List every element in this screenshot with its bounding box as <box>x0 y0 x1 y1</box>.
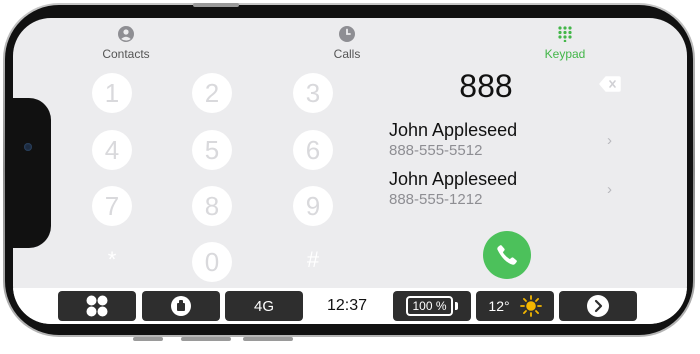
contact-result[interactable]: John Appleseed 888-555-1212 › <box>389 169 629 215</box>
key-9[interactable]: 9 <box>293 186 333 226</box>
battery-percent: 100 % <box>412 299 447 313</box>
battery-nub <box>454 302 458 310</box>
key-2[interactable]: 2 <box>192 73 232 113</box>
forward-button[interactable] <box>559 291 637 321</box>
key-hash[interactable]: # <box>293 240 333 280</box>
carplay-dock: 4G 12:37 100 % 12° <box>13 288 687 324</box>
phone-frame: Contacts Calls Keypad 1 2 3 4 5 6 7 8 9 … <box>3 3 695 341</box>
contact-name: John Appleseed <box>389 169 518 189</box>
clock: 12:37 <box>326 297 368 314</box>
key-3[interactable]: 3 <box>293 73 333 113</box>
weather-indicator: 12° <box>476 291 554 321</box>
tab-label: Calls <box>333 47 361 61</box>
contact-name: John Appleseed <box>389 120 518 140</box>
notch <box>13 98 51 248</box>
dashboard-button[interactable] <box>58 291 136 321</box>
app-button[interactable] <box>142 291 220 321</box>
battery-icon: 100 % <box>406 296 453 316</box>
forward-icon <box>587 295 609 317</box>
network-indicator: 4G <box>225 291 303 321</box>
app-icon <box>171 296 191 316</box>
dashboard-icon <box>86 295 108 317</box>
volume-button <box>181 337 231 341</box>
front-camera <box>24 143 32 151</box>
sun-icon <box>519 295 542 317</box>
chevron-right-icon: › <box>607 132 612 149</box>
keypad-grid-icon <box>558 26 572 42</box>
dialed-number: 888 <box>459 68 513 104</box>
carplay-screen: Contacts Calls Keypad 1 2 3 4 5 6 7 8 9 … <box>13 18 687 324</box>
backspace-icon[interactable] <box>599 76 621 92</box>
clock-icon <box>339 26 355 42</box>
contact-phone: 888-555-1212 <box>389 191 483 208</box>
contact-result[interactable]: John Appleseed 888-555-5512 › <box>389 120 629 166</box>
network-label: 4G <box>253 297 274 315</box>
temperature: 12° <box>488 298 510 314</box>
key-4[interactable]: 4 <box>92 130 132 170</box>
key-6[interactable]: 6 <box>293 130 333 170</box>
volume-button <box>243 337 293 341</box>
key-7[interactable]: 7 <box>92 186 132 226</box>
contact-phone: 888-555-5512 <box>389 142 483 159</box>
tab-keypad[interactable]: Keypad <box>525 26 605 61</box>
key-star[interactable]: * <box>92 240 132 280</box>
tab-contacts[interactable]: Contacts <box>86 26 166 61</box>
key-1[interactable]: 1 <box>92 73 132 113</box>
key-8[interactable]: 8 <box>192 186 232 226</box>
key-0[interactable]: 0 <box>192 242 232 282</box>
top-button <box>193 3 239 7</box>
volume-button <box>133 337 163 341</box>
phone-icon <box>497 245 517 265</box>
chevron-right-icon: › <box>607 181 612 198</box>
tab-label: Keypad <box>544 47 586 61</box>
call-button[interactable] <box>483 231 531 279</box>
tab-calls[interactable]: Calls <box>307 26 387 61</box>
person-circle-icon <box>118 26 134 42</box>
battery-indicator: 100 % <box>393 291 471 321</box>
key-5[interactable]: 5 <box>192 130 232 170</box>
tab-label: Contacts <box>102 47 150 61</box>
